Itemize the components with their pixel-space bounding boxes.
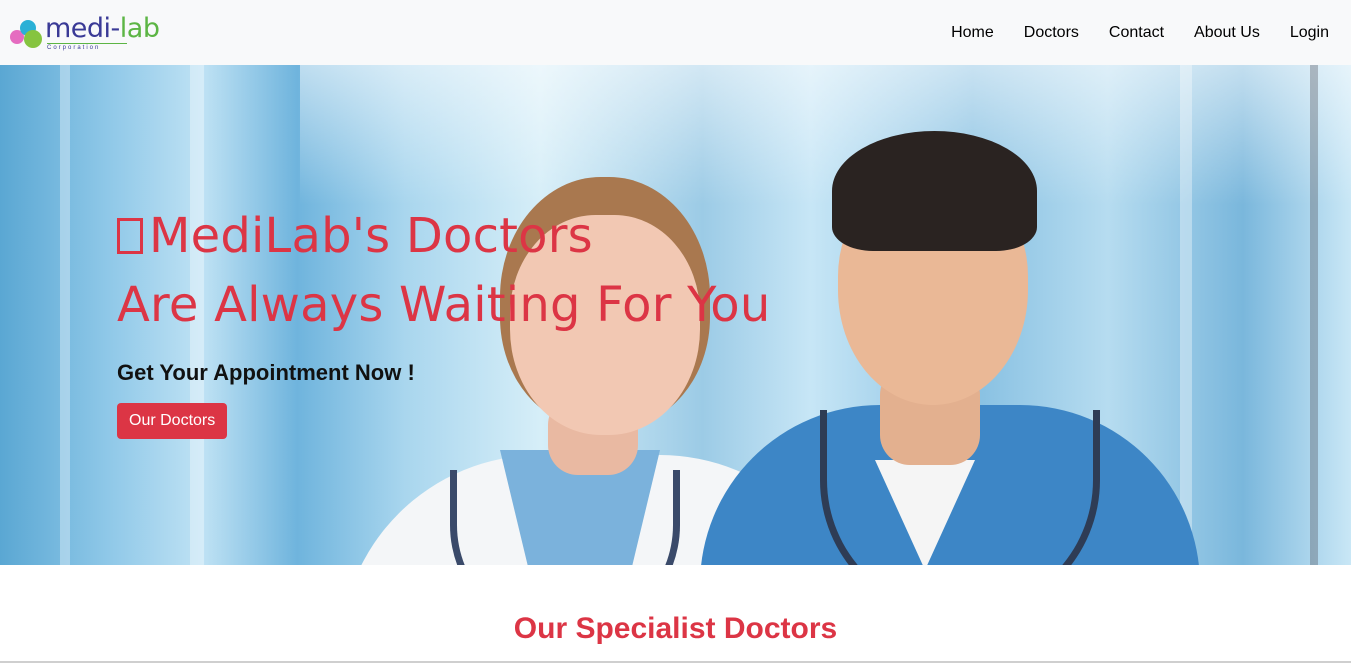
- brand-subtitle: Corporation: [47, 42, 127, 51]
- hero-title-line2: Are Always Waiting For You: [117, 277, 771, 333]
- hero-title: MediLab's Doctors Are Always Waiting For…: [117, 202, 770, 340]
- nav-link-contact[interactable]: Contact: [1109, 16, 1164, 50]
- hero-title-line1: MediLab's Doctors: [149, 208, 593, 264]
- our-doctors-button[interactable]: Our Doctors: [117, 403, 228, 439]
- nav-link-login[interactable]: Login: [1290, 16, 1329, 50]
- stethoscope-icon: [450, 470, 680, 565]
- nav-links: Home Doctors Contact About Us Login: [921, 16, 1329, 50]
- nav-link-about-us[interactable]: About Us: [1194, 16, 1260, 50]
- hero-content: MediLab's Doctors Are Always Waiting For…: [117, 202, 770, 439]
- missing-glyph-icon: [117, 218, 143, 254]
- brand-logo-link[interactable]: medi-lab Corporation: [10, 12, 160, 53]
- navbar: medi-lab Corporation Home Doctors Contac…: [0, 0, 1351, 65]
- hero-subtitle: Get Your Appointment Now !: [117, 360, 415, 385]
- hero-background-light: [300, 65, 1351, 205]
- brand-name-part2: lab: [119, 12, 160, 44]
- brand-wordmark: medi-lab Corporation: [45, 12, 160, 51]
- section-title: Our Specialist Doctors: [513, 612, 838, 645]
- nav-link-home[interactable]: Home: [951, 16, 994, 50]
- brand-name-part1: medi-: [45, 12, 120, 44]
- medilab-logo-icon: [10, 16, 44, 50]
- nav-link-doctors[interactable]: Doctors: [1024, 16, 1079, 50]
- hero-banner: MediLab's Doctors Are Always Waiting For…: [0, 65, 1351, 565]
